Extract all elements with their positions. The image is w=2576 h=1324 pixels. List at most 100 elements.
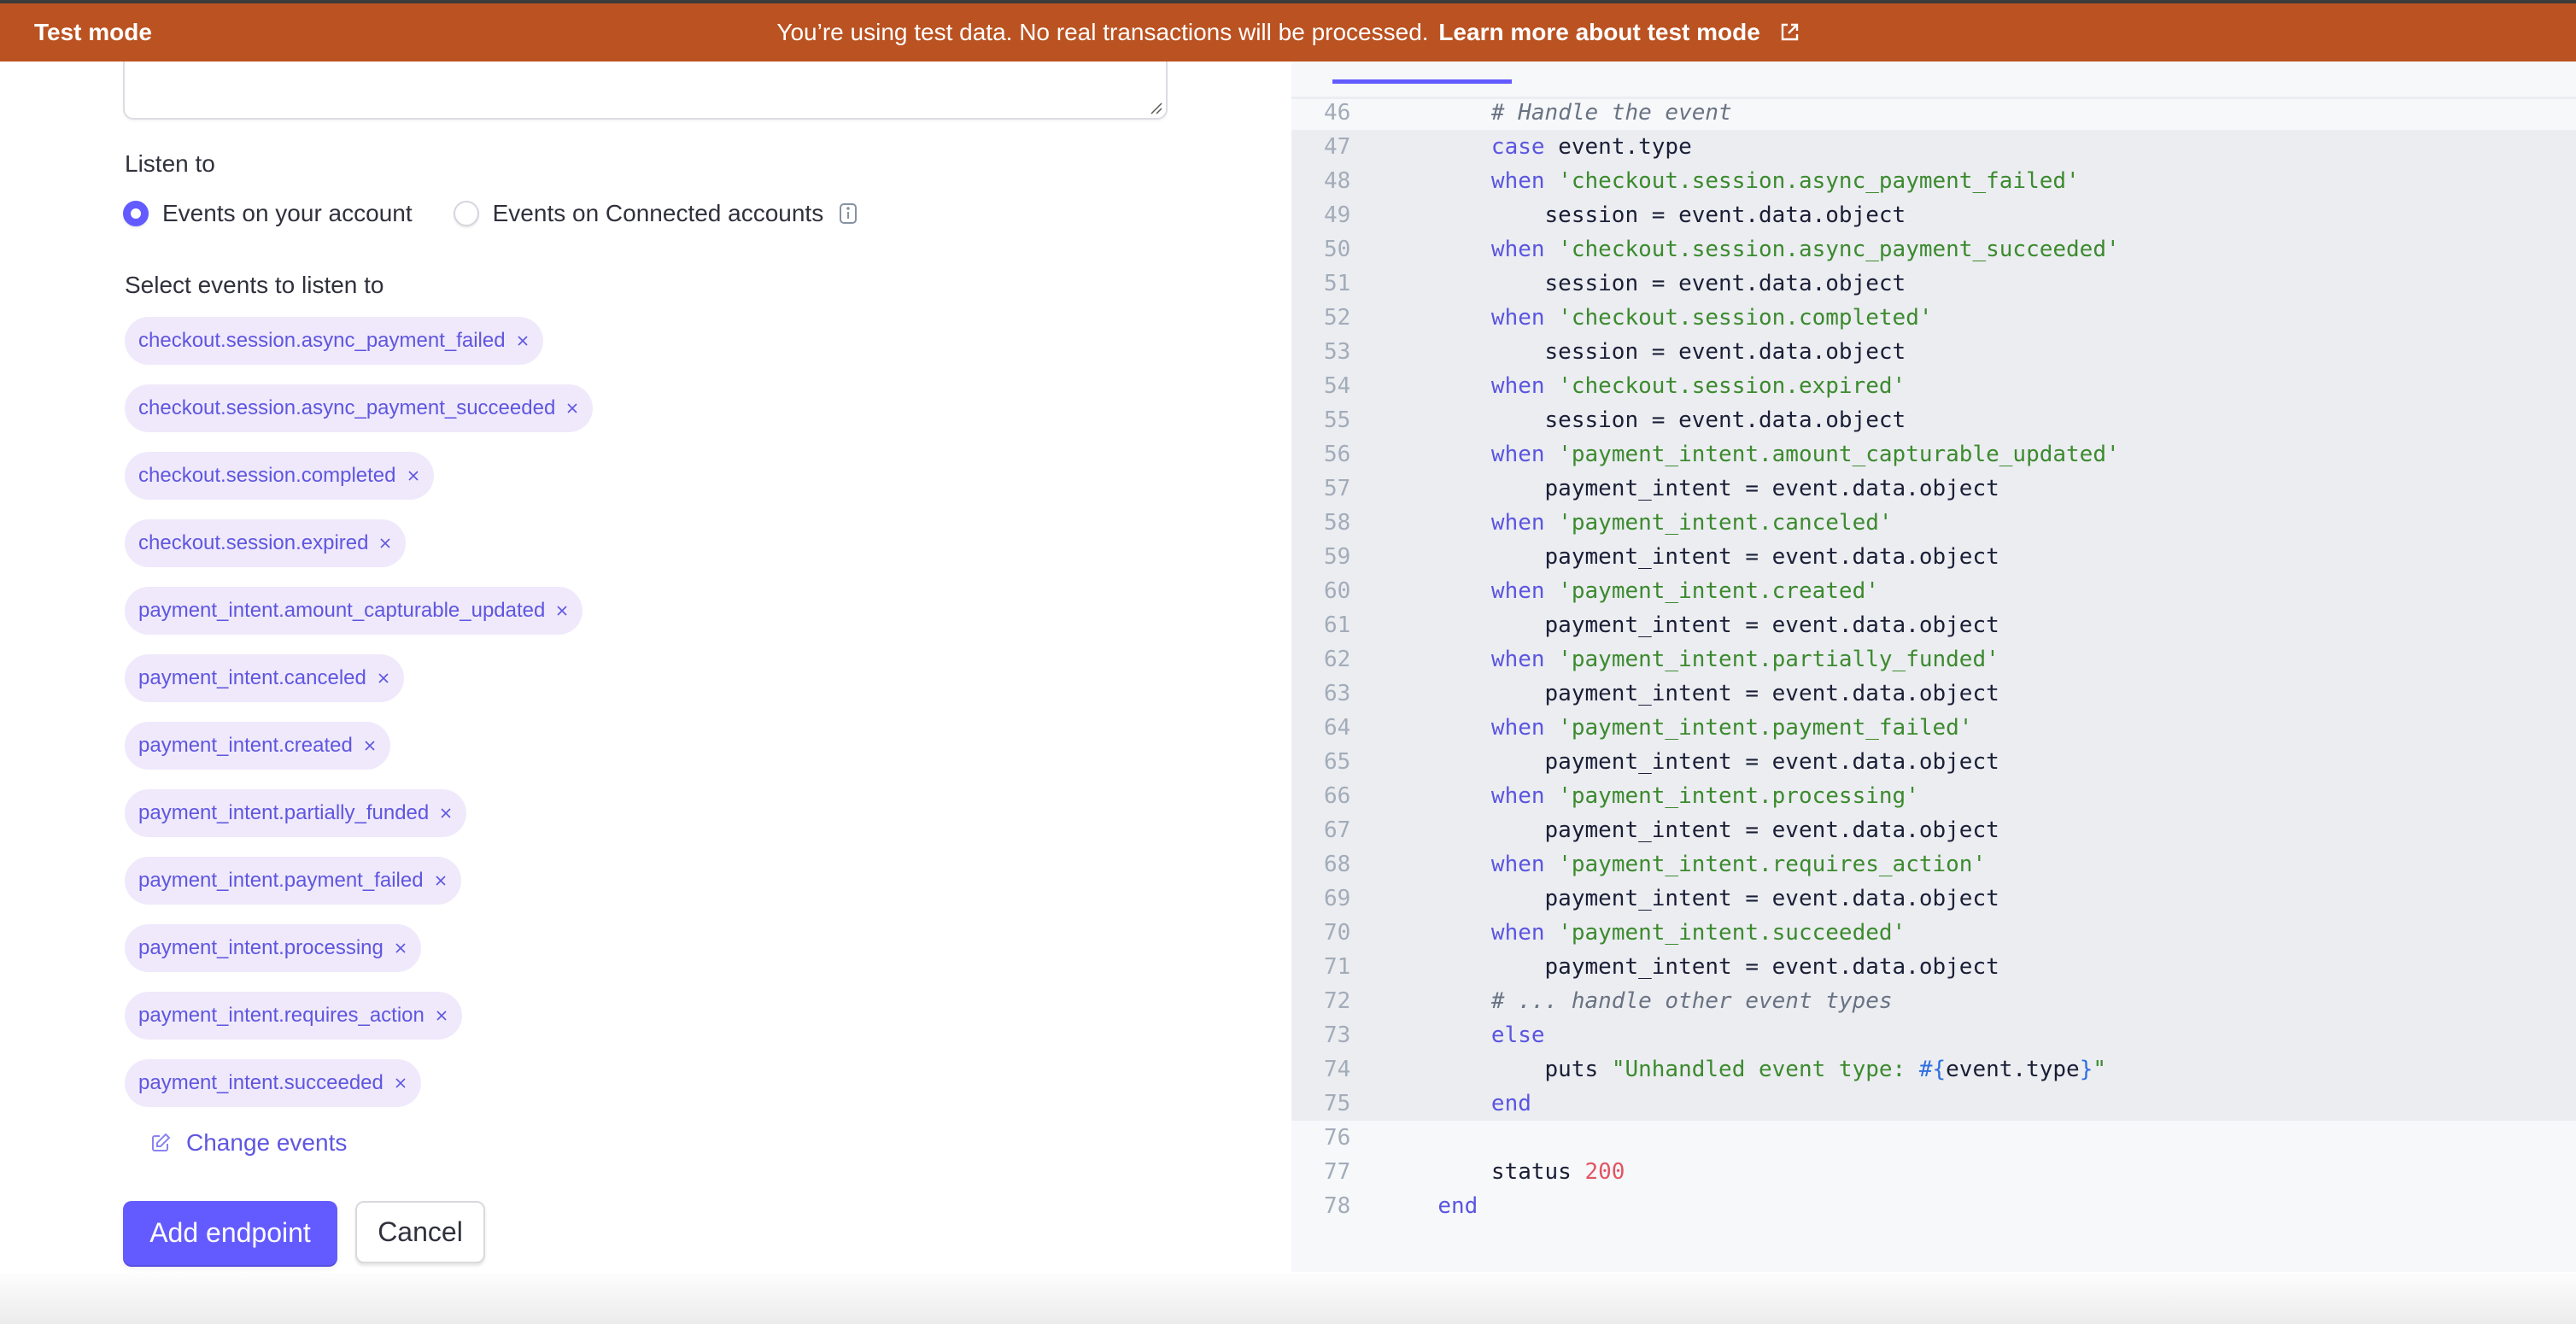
remove-event-icon[interactable] bbox=[377, 671, 390, 685]
code-line: 61 payment_intent = event.data.object bbox=[1291, 608, 2576, 642]
remove-event-icon[interactable] bbox=[434, 874, 448, 888]
learn-more-link[interactable]: Learn more about test mode bbox=[1438, 19, 1799, 45]
radio-events-on-your-account[interactable] bbox=[123, 201, 149, 226]
line-number: 59 bbox=[1324, 544, 1351, 570]
line-number: 76 bbox=[1324, 1125, 1351, 1151]
code-text: session = event.data.object bbox=[1411, 198, 1906, 232]
radio-events-on-connected-accounts[interactable] bbox=[453, 201, 479, 226]
event-pill-label: payment_intent.amount_capturable_updated bbox=[138, 599, 546, 622]
code-token: case bbox=[1490, 134, 1545, 160]
remove-event-icon[interactable] bbox=[435, 1009, 448, 1022]
line-number: 52 bbox=[1324, 305, 1351, 331]
code-text: payment_intent = event.data.object bbox=[1411, 540, 1999, 574]
event-pill-label: payment_intent.requires_action bbox=[138, 1004, 424, 1027]
code-text: payment_intent = event.data.object bbox=[1411, 472, 1999, 506]
code-token: 'checkout.session.completed' bbox=[1558, 305, 1933, 331]
code-token: session = event.data.object bbox=[1411, 407, 1906, 433]
remove-event-icon[interactable] bbox=[407, 469, 420, 483]
line-number: 72 bbox=[1324, 988, 1351, 1014]
remove-event-icon[interactable] bbox=[394, 1076, 407, 1090]
remove-event-icon[interactable] bbox=[378, 536, 392, 550]
event-pill: payment_intent.processing bbox=[125, 924, 421, 972]
remove-event-icon[interactable] bbox=[565, 401, 579, 415]
code-text: when 'payment_intent.amount_capturable_u… bbox=[1411, 437, 2120, 472]
code-token: event.type bbox=[1544, 134, 1692, 160]
select-events-label: Select events to listen to bbox=[125, 272, 384, 298]
line-number: 53 bbox=[1324, 339, 1351, 365]
code-line: 73 else bbox=[1291, 1018, 2576, 1052]
remove-event-icon[interactable] bbox=[555, 604, 569, 618]
test-mode-banner: Test mode You’re using test data. No rea… bbox=[0, 0, 2576, 62]
code-token: 'payment_intent.processing' bbox=[1558, 783, 1919, 809]
code-line: 71 payment_intent = event.data.object bbox=[1291, 950, 2576, 984]
cancel-button[interactable]: Cancel bbox=[355, 1201, 485, 1263]
line-number: 62 bbox=[1324, 647, 1351, 672]
code-token: 'payment_intent.amount_capturable_update… bbox=[1558, 442, 2120, 467]
code-token: payment_intent = event.data.object bbox=[1411, 749, 1999, 775]
code-token: session = event.data.object bbox=[1411, 339, 1906, 365]
code-token: 'payment_intent.payment_failed' bbox=[1558, 715, 1973, 741]
line-number: 74 bbox=[1324, 1057, 1351, 1082]
code-token: when bbox=[1490, 920, 1545, 946]
line-number: 49 bbox=[1324, 202, 1351, 228]
radio-label-your-account[interactable]: Events on your account bbox=[162, 200, 413, 227]
code-token: when bbox=[1490, 168, 1545, 194]
line-number: 69 bbox=[1324, 886, 1351, 911]
event-pill: checkout.session.completed bbox=[125, 452, 434, 500]
code-token: end bbox=[1490, 1091, 1531, 1116]
resize-grip-icon[interactable] bbox=[1149, 101, 1162, 114]
code-token: puts bbox=[1411, 1057, 1612, 1082]
code-text: puts "Unhandled event type: #{event.type… bbox=[1411, 1052, 2106, 1087]
code-token: payment_intent = event.data.object bbox=[1411, 886, 1999, 911]
code-line: 56 when 'payment_intent.amount_capturabl… bbox=[1291, 437, 2576, 472]
line-number: 73 bbox=[1324, 1022, 1351, 1048]
code-line: 54 when 'checkout.session.expired' bbox=[1291, 369, 2576, 403]
remove-event-icon[interactable] bbox=[394, 941, 407, 955]
info-icon[interactable] bbox=[839, 202, 858, 225]
code-line: 75 end bbox=[1291, 1087, 2576, 1121]
code-text: session = event.data.object bbox=[1411, 267, 1906, 301]
code-token: payment_intent = event.data.object bbox=[1411, 612, 1999, 638]
code-line: 60 when 'payment_intent.created' bbox=[1291, 574, 2576, 608]
event-pill-label: payment_intent.created bbox=[138, 734, 353, 757]
code-token: 'checkout.session.async_payment_succeede… bbox=[1558, 237, 2120, 262]
code-text: payment_intent = event.data.object bbox=[1411, 882, 1999, 916]
line-number: 55 bbox=[1324, 407, 1351, 433]
code-token: session = event.data.object bbox=[1411, 202, 1906, 228]
code-text: when 'payment_intent.requires_action' bbox=[1411, 847, 1986, 882]
remove-event-icon[interactable] bbox=[363, 739, 377, 753]
code-token: payment_intent = event.data.object bbox=[1411, 817, 1999, 843]
change-events-label: Change events bbox=[186, 1129, 348, 1156]
code-text: payment_intent = event.data.object bbox=[1411, 745, 1999, 779]
radio-label-connected-accounts[interactable]: Events on Connected accounts bbox=[493, 200, 824, 227]
change-events-link[interactable]: Change events bbox=[150, 1124, 347, 1162]
remove-event-icon[interactable] bbox=[516, 334, 530, 348]
remove-event-icon[interactable] bbox=[439, 806, 453, 820]
edit-icon bbox=[152, 1133, 171, 1151]
add-endpoint-button[interactable]: Add endpoint bbox=[123, 1201, 337, 1265]
code-line: 78 end bbox=[1291, 1189, 2576, 1223]
event-pill-label: payment_intent.payment_failed bbox=[138, 869, 424, 892]
code-token: 'checkout.session.async_payment_failed' bbox=[1558, 168, 2080, 194]
code-token: # ... handle other event types bbox=[1490, 988, 1893, 1014]
code-text: when 'payment_intent.created' bbox=[1411, 574, 1879, 608]
event-pill-label: checkout.session.async_payment_succeeded bbox=[138, 396, 556, 419]
code-token: when bbox=[1490, 305, 1545, 331]
line-number: 48 bbox=[1324, 168, 1351, 194]
event-pill: checkout.session.async_payment_failed bbox=[125, 317, 543, 365]
